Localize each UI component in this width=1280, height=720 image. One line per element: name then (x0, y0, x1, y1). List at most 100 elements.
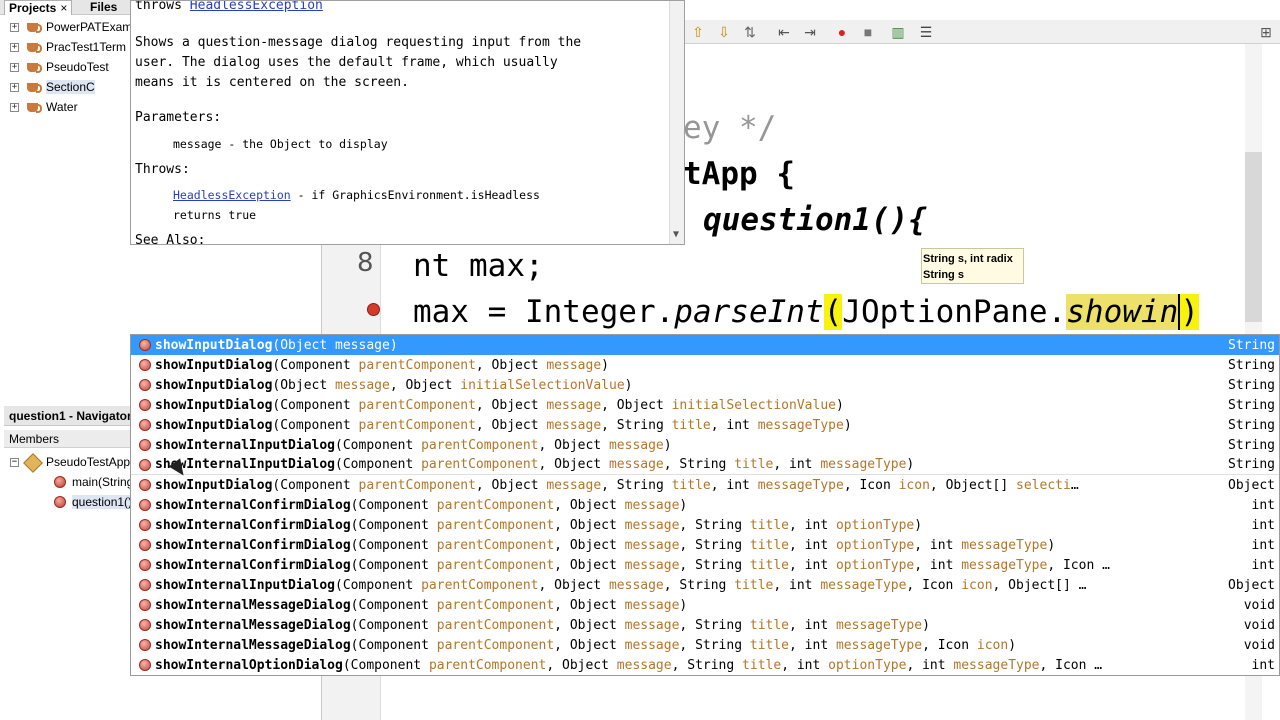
up-arrow-icon[interactable]: ⇧ (690, 24, 706, 40)
split-icon[interactable]: ⊞ (1258, 24, 1274, 40)
code-completion-list[interactable]: showInputDialog(Object message) String sho… (130, 334, 1280, 676)
completion-item[interactable]: showInputDialog(Component parentComponen… (131, 395, 1279, 415)
completion-signature: showInputDialog(Component parentComponen… (155, 358, 1219, 373)
completion-method-name: showInternalOptionDialog (155, 657, 343, 673)
completion-params: (Component parentComponent, Object messa… (335, 437, 672, 453)
completion-method-name: showInternalMessageDialog (155, 637, 351, 653)
code-open-paren: ( (823, 294, 843, 330)
method-icon (139, 619, 151, 631)
scroll-down-icon[interactable]: ▼ (673, 229, 679, 240)
method-icon (54, 476, 66, 488)
completion-item[interactable]: showInternalMessageDialog(Component pare… (131, 635, 1279, 655)
completion-item[interactable]: showInternalInputDialog(Component parent… (131, 575, 1279, 595)
completion-params: (Object message) (272, 337, 398, 353)
code-showin: showin (1066, 294, 1179, 330)
completion-return-type: String (1228, 417, 1275, 433)
completion-params: (Component parentComponent, Object messa… (335, 577, 1087, 593)
headless-exception-detail-link[interactable]: HeadlessException (173, 188, 291, 202)
expand-icon[interactable]: + (10, 22, 19, 32)
javadoc-throws-prefix: throws (135, 0, 182, 13)
method-icon (139, 359, 151, 371)
completion-method-name: showInputDialog (155, 397, 273, 413)
tab-files[interactable]: Files (86, 0, 121, 15)
javadoc-scrollbar[interactable]: ▼ (669, 1, 684, 244)
navigator-method-question1[interactable]: question1() (54, 493, 133, 511)
completion-return-type: int (1251, 537, 1275, 553)
project-item-powerpatexam[interactable]: + PowerPATExam (10, 18, 132, 36)
method-icon (139, 539, 151, 551)
completion-item[interactable]: showInternalConfirmDialog(Component pare… (131, 495, 1279, 515)
method-icon (139, 639, 151, 651)
stop-macro-icon[interactable]: ■ (860, 24, 876, 40)
project-item-sectionc[interactable]: + SectionC (10, 78, 95, 96)
completion-params: (Component parentComponent, Object messa… (350, 517, 923, 533)
close-icon[interactable]: × (60, 1, 67, 15)
code-method-declaration: question1(){ (703, 202, 927, 238)
completion-params: (Component parentComponent, Object messa… (272, 397, 844, 413)
completion-return-type: String (1228, 437, 1275, 453)
completion-method-name: showInternalConfirmDialog (155, 517, 351, 533)
completion-params: (Component parentComponent, Object messa… (350, 557, 1110, 573)
down-arrow-icon[interactable]: ⇩ (716, 24, 732, 40)
completion-item[interactable]: showInternalInputDialog(Component parent… (131, 435, 1279, 455)
completion-method-name: showInputDialog (155, 417, 273, 433)
completion-method-name: showInternalConfirmDialog (155, 537, 351, 553)
completion-item[interactable]: showInternalMessageDialog(Component pare… (131, 615, 1279, 635)
navigator-class-item[interactable]: − PseudoTestApp (10, 453, 130, 471)
completion-method-name: showInputDialog (155, 357, 273, 373)
expand-icon[interactable]: + (10, 42, 19, 52)
completion-item[interactable]: showInternalConfirmDialog(Component pare… (131, 555, 1279, 575)
completion-method-name: showInternalConfirmDialog (155, 497, 351, 513)
completion-item[interactable]: showInputDialog(Component parentComponen… (131, 355, 1279, 375)
completion-item[interactable]: showInternalMessageDialog(Component pare… (131, 595, 1279, 615)
completion-item[interactable]: showInternalConfirmDialog(Component pare… (131, 515, 1279, 535)
method-icon (139, 458, 151, 471)
completion-method-name: showInternalInputDialog (155, 577, 336, 593)
completion-params: (Component parentComponent, Object messa… (272, 477, 1079, 493)
project-item-practest1term[interactable]: + PracTest1Term (10, 38, 126, 56)
completion-signature: showInternalConfirmDialog(Component pare… (155, 538, 1219, 553)
method-icon (139, 499, 151, 511)
expand-icon[interactable]: + (10, 82, 19, 92)
completion-item[interactable]: showInputDialog(Object message, Object i… (131, 375, 1279, 395)
method-icon (139, 419, 151, 431)
completion-return-type: int (1251, 497, 1275, 513)
javadoc-description: Shows a question-message dialog requesti… (135, 35, 582, 90)
tab-projects[interactable]: Projects × (4, 0, 73, 15)
project-item-water[interactable]: + Water (10, 98, 78, 116)
headless-exception-link[interactable]: HeadlessException (190, 1, 323, 13)
code-assign-prefix: max = Integer. (413, 294, 675, 330)
project-item-pseudotest[interactable]: + PseudoTest (10, 58, 109, 76)
method-icon (139, 519, 151, 531)
method-icon (139, 379, 151, 391)
toggle-icon[interactable]: ⇅ (742, 24, 758, 40)
editor-scroll-thumb[interactable] (1245, 152, 1262, 322)
javadoc-throws-detail-text: - if GraphicsEnvironment.isHeadless (290, 188, 540, 202)
expand-icon[interactable]: + (10, 62, 19, 72)
shift-left-icon[interactable]: ⇤ (776, 24, 792, 40)
list-icon[interactable]: ☰ (918, 24, 934, 40)
method-icon (139, 659, 151, 671)
project-label: SectionC (46, 80, 95, 94)
collapse-icon[interactable]: − (10, 457, 19, 467)
completion-return-type: String (1228, 457, 1275, 472)
line-number: 8 (357, 248, 374, 278)
error-icon[interactable] (367, 303, 380, 316)
completion-params: (Component parentComponent, Object messa… (350, 497, 688, 513)
javadoc-popup: throws HeadlessException Shows a questio… (130, 0, 685, 245)
completion-item[interactable]: showInputDialog(Object message) String (131, 335, 1279, 355)
method-icon (139, 339, 151, 351)
shift-right-icon[interactable]: ⇥ (802, 24, 818, 40)
completion-return-type: int (1251, 557, 1275, 573)
completion-item[interactable]: showInternalConfirmDialog(Component pare… (131, 535, 1279, 555)
code-joptionpane: JOptionPane. (842, 294, 1067, 330)
completion-item[interactable]: showInputDialog(Component parentComponen… (131, 415, 1279, 435)
chart-icon[interactable]: ▥ (890, 24, 906, 40)
completion-item[interactable]: showInternalOptionDialog(Component paren… (131, 655, 1279, 675)
completion-item[interactable]: showInternalInputDialog(Component parent… (131, 455, 1279, 475)
completion-item[interactable]: showInputDialog(Component parentComponen… (131, 475, 1279, 495)
method-name: question1() (72, 495, 133, 509)
record-macro-icon[interactable]: ● (834, 24, 850, 40)
expand-icon[interactable]: + (10, 102, 19, 112)
completion-params: (Object message, Object initialSelection… (272, 377, 633, 393)
